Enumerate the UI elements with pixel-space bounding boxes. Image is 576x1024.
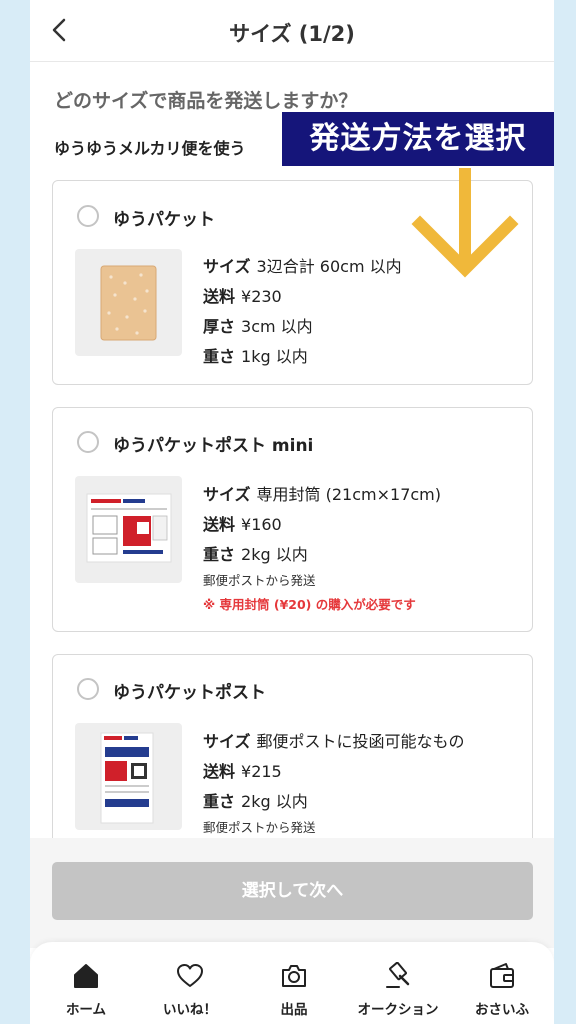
page-title: サイズ (1/2) bbox=[229, 22, 355, 46]
tab-wallet[interactable]: おさいふ bbox=[450, 942, 554, 1024]
warning-text: ※ 専用封筒 (¥20) の購入が必要です bbox=[203, 597, 416, 612]
home-icon bbox=[74, 964, 98, 988]
radio-button[interactable] bbox=[77, 431, 99, 453]
tab-bar: ホーム いいね！ 出品 オークション おさいふ bbox=[30, 942, 554, 1024]
wallet-icon bbox=[490, 963, 514, 988]
package-image bbox=[75, 249, 182, 356]
tab-label: ホーム bbox=[65, 1002, 107, 1018]
option-card-yupacket-post-mini[interactable]: ゆうパケットポスト mini サイズ 専用封筒 (21cm×17cm) 送料 ¥16… bbox=[52, 407, 533, 632]
option-title: ゆうパケットポスト mini bbox=[113, 436, 314, 456]
option-title: ゆうパケット bbox=[113, 210, 215, 230]
spec-thickness: 厚さ 3cm 以内 bbox=[203, 317, 313, 336]
radio-button[interactable] bbox=[77, 678, 99, 700]
tab-home[interactable]: ホーム bbox=[34, 942, 138, 1024]
overlay-annotation: 発送方法を選択 bbox=[282, 112, 554, 166]
spec-weight: 重さ 2kg 以内 bbox=[203, 792, 308, 811]
next-button[interactable]: 選択して次へ bbox=[52, 862, 533, 920]
tab-label: いいね！ bbox=[163, 1002, 217, 1018]
radio-button[interactable] bbox=[77, 205, 99, 227]
header: サイズ (1/2) bbox=[30, 0, 554, 62]
envelope-image bbox=[75, 476, 182, 583]
spec-fee: 送料 ¥230 bbox=[203, 287, 282, 306]
tab-auction[interactable]: オークション bbox=[346, 942, 450, 1024]
option-title: ゆうパケットポスト bbox=[113, 683, 266, 703]
spec-size: サイズ 3辺合計 60cm 以内 bbox=[203, 257, 402, 276]
spec-note: 郵便ポストから発送 bbox=[203, 820, 316, 835]
spec-fee: 送料 ¥160 bbox=[203, 515, 282, 534]
spec-weight: 重さ 2kg 以内 bbox=[203, 545, 308, 564]
section-label: ゆうゆうメルカリ便を使う bbox=[54, 139, 246, 158]
post-package-image bbox=[75, 723, 182, 830]
gavel-icon bbox=[386, 962, 410, 988]
tab-label: 出品 bbox=[280, 1002, 308, 1018]
question-text: どのサイズで商品を発送しますか？ bbox=[54, 90, 358, 112]
arrow-down-icon bbox=[411, 168, 519, 278]
tab-likes[interactable]: いいね！ bbox=[138, 942, 242, 1024]
spec-note: 郵便ポストから発送 bbox=[203, 573, 316, 588]
tab-sell[interactable]: 出品 bbox=[242, 942, 346, 1024]
spec-fee: 送料 ¥215 bbox=[203, 762, 282, 781]
heart-icon bbox=[177, 964, 203, 987]
camera-icon bbox=[282, 965, 306, 987]
tab-label: おさいふ bbox=[475, 1002, 529, 1018]
tab-label: オークション bbox=[357, 1002, 439, 1018]
spec-weight: 重さ 1kg 以内 bbox=[203, 347, 308, 366]
spec-size: サイズ 専用封筒 (21cm×17cm) bbox=[203, 485, 441, 504]
spec-size: サイズ 郵便ポストに投函可能なもの bbox=[203, 732, 465, 751]
